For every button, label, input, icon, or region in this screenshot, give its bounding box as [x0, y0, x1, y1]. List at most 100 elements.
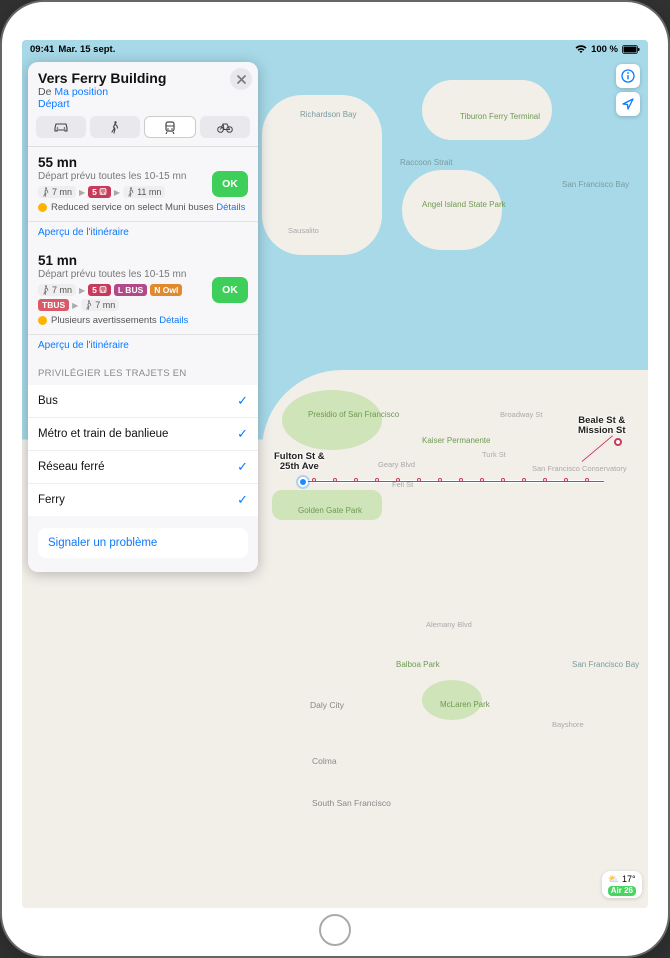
- city-label: Colma: [312, 756, 337, 766]
- city-label: Daly City: [310, 700, 344, 710]
- route-option[interactable]: 51 mnDépart prévu toutes les 10-15 mn7 m…: [28, 245, 258, 335]
- pref-row[interactable]: Réseau ferré ✓: [28, 451, 258, 484]
- wifi-icon: [575, 44, 587, 54]
- street-label: Geary Blvd: [378, 460, 415, 469]
- pref-label: Métro et train de banlieue: [38, 428, 168, 440]
- transport-mode-tabs: [28, 116, 258, 147]
- pref-label: Bus: [38, 395, 58, 407]
- pref-row[interactable]: Bus ✓: [28, 385, 258, 418]
- mode-walking[interactable]: [90, 116, 140, 138]
- transit-line-badge: 5: [88, 186, 111, 198]
- street-label: Sausalito: [288, 226, 319, 235]
- weather-pill[interactable]: ⛅ 17° Air 26: [602, 871, 642, 898]
- street-label: Broadway St: [500, 410, 543, 419]
- directions-from: De Ma position: [38, 86, 248, 98]
- walk-icon: [110, 121, 120, 134]
- route-preview-link[interactable]: Aperçu de l'itinéraire: [28, 222, 258, 245]
- pref-row[interactable]: Métro et train de banlieue ✓: [28, 418, 258, 451]
- park-label: Kaiser Permanente: [422, 436, 490, 445]
- directions-card: Vers Ferry Building De Ma position Dépar…: [28, 62, 258, 572]
- weather-temp: 17°: [622, 874, 636, 884]
- depart-time-link[interactable]: Départ: [38, 98, 70, 110]
- status-time: 09:41: [30, 44, 54, 55]
- report-problem-button[interactable]: Signaler un problème: [38, 528, 248, 558]
- route-advisory: Reduced service on select Muni buses Dét…: [38, 202, 248, 213]
- route-duration: 55 mn: [38, 155, 248, 170]
- street-label: Bayshore: [552, 720, 584, 729]
- route-duration: 51 mn: [38, 253, 248, 268]
- route-preview-link[interactable]: Aperçu de l'itinéraire: [28, 335, 258, 358]
- transit-icon: [164, 121, 176, 134]
- map-locate-button[interactable]: [616, 92, 640, 116]
- street-label: San Francisco Conservatory: [532, 464, 627, 473]
- prefer-modes-section: Privilégier les trajets en Bus✓Métro et …: [28, 358, 258, 518]
- checkmark-icon: ✓: [237, 426, 248, 442]
- mode-cycling[interactable]: [200, 116, 250, 138]
- pref-row[interactable]: Ferry✓: [28, 484, 258, 516]
- route-polyline: [304, 480, 604, 483]
- bike-icon: [217, 122, 233, 133]
- map-info-button[interactable]: [616, 64, 640, 88]
- route-start-marker[interactable]: [298, 477, 308, 487]
- route-stop-dot: [417, 478, 421, 482]
- park-label: Presidio of San Francisco: [308, 410, 399, 419]
- route-stop-dot: [354, 478, 358, 482]
- advisory-details-link[interactable]: Détails: [159, 315, 188, 326]
- transit-line-badge: N Owl: [150, 284, 182, 296]
- route-stop-dot: [543, 478, 547, 482]
- route-option[interactable]: 55 mnDépart prévu toutes les 10-15 mn7 m…: [28, 147, 258, 222]
- street-label: Turk St: [482, 450, 506, 459]
- street-label: Fell St: [392, 480, 413, 489]
- walk-segment: 7 mn: [81, 299, 119, 311]
- park-label: Angel Island State Park: [422, 200, 506, 209]
- checkmark-icon: ✓: [237, 459, 248, 475]
- transit-line-badge: L BUS: [114, 284, 147, 296]
- route-stop-dot: [480, 478, 484, 482]
- directions-title: Vers Ferry Building: [38, 70, 248, 86]
- walk-segment: 7 mn: [38, 186, 76, 198]
- route-stop-dot: [501, 478, 505, 482]
- route-stop-dot: [312, 478, 316, 482]
- mode-driving[interactable]: [36, 116, 86, 138]
- status-date: Mar. 15 sept.: [58, 44, 115, 55]
- prefer-modes-header: Privilégier les trajets en: [28, 364, 258, 385]
- route-end-marker[interactable]: [614, 438, 622, 446]
- route-advisory: Plusieurs avertissements Détails: [38, 315, 248, 326]
- arrow-icon: ▶: [79, 286, 85, 295]
- from-location-link[interactable]: Ma position: [54, 86, 108, 98]
- warning-icon: [38, 203, 47, 212]
- status-bar: 09:41 Mar. 15 sept. 100 %: [22, 40, 648, 58]
- checkmark-icon: ✓: [237, 492, 248, 508]
- weather-aqi: Air 26: [608, 886, 636, 896]
- route-start-label: Fulton St &25th Ave: [274, 452, 325, 473]
- advisory-details-link[interactable]: Détails: [216, 202, 245, 213]
- arrow-icon: ▶: [79, 188, 85, 197]
- arrow-icon: ▶: [114, 188, 120, 197]
- park-label: Balboa Park: [396, 660, 440, 669]
- route-stop-dot: [438, 478, 442, 482]
- route-stop-dot: [333, 478, 337, 482]
- close-button[interactable]: [230, 68, 252, 90]
- car-icon: [53, 122, 69, 133]
- go-button[interactable]: OK: [212, 171, 248, 197]
- arrow-icon: ▶: [72, 301, 78, 310]
- transit-line-badge: TBUS: [38, 299, 69, 311]
- walk-segment: 11 mn: [123, 186, 165, 198]
- city-label: South San Francisco: [312, 798, 391, 808]
- route-stop-dot: [459, 478, 463, 482]
- screen: 09:41 Mar. 15 sept. 100 %: [22, 40, 648, 908]
- checkmark-icon: ✓: [237, 393, 248, 409]
- transit-line-badge: 5: [88, 284, 111, 296]
- street-label: Alemany Blvd: [426, 620, 472, 629]
- water-label: Raccoon Strait: [400, 158, 452, 167]
- route-stop-dot: [564, 478, 568, 482]
- home-button[interactable]: [319, 914, 351, 946]
- route-stop-dot: [375, 478, 379, 482]
- route-segments: 7 mn▶5 L BUSN OwlTBUS▶7 mn: [38, 284, 188, 311]
- route-stop-dot: [585, 478, 589, 482]
- pref-label: Réseau ferré: [38, 461, 104, 473]
- mode-transit[interactable]: [144, 116, 196, 138]
- warning-icon: [38, 316, 47, 325]
- route-stop-dot: [522, 478, 526, 482]
- go-button[interactable]: OK: [212, 277, 248, 303]
